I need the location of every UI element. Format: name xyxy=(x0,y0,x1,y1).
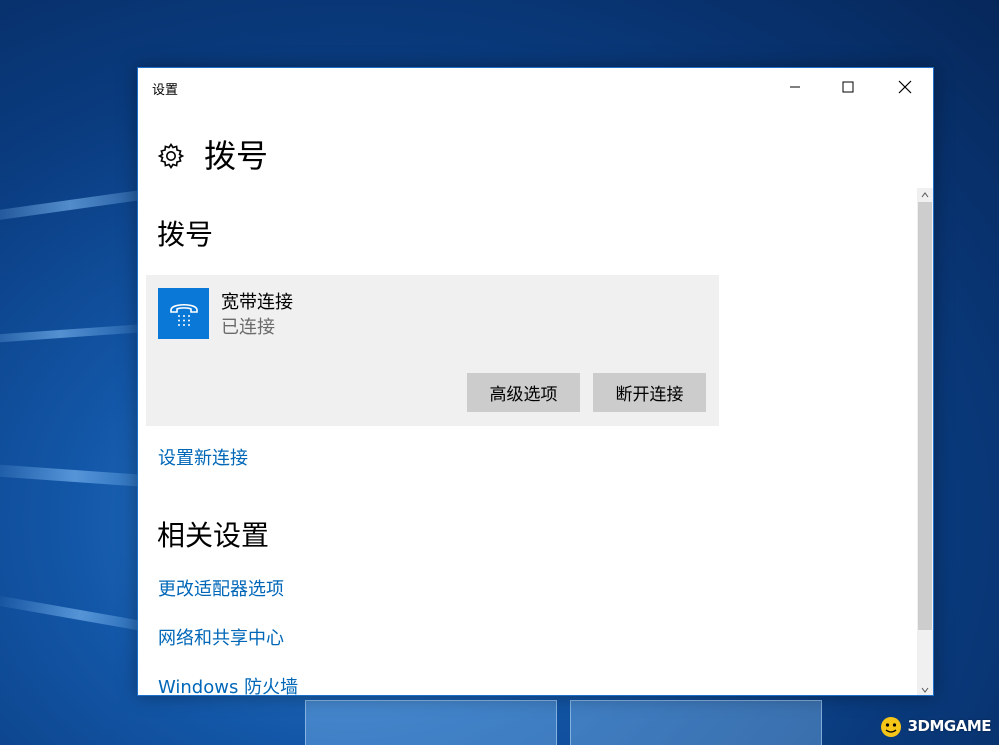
desktop-background: 设置 拨号 拨号 宽带连接 已连接 高级选项 断开连接 设置新连接 相关设置 更… xyxy=(0,0,999,745)
chevron-up-icon xyxy=(921,192,929,198)
phone-icon xyxy=(169,303,198,326)
watermark-text: 3DMGAME xyxy=(907,717,992,735)
gear-icon xyxy=(157,143,185,169)
watermark: 3DMGAME xyxy=(878,713,992,739)
scroll-up-button[interactable] xyxy=(917,188,933,202)
maximize-icon xyxy=(842,81,854,93)
network-sharing-center-link[interactable]: 网络和共享中心 xyxy=(158,624,284,650)
section-heading-dialup: 拨号 xyxy=(157,218,214,251)
setup-new-connection-link[interactable]: 设置新连接 xyxy=(158,444,248,470)
settings-window: 设置 拨号 拨号 宽带连接 已连接 高级选项 断开连接 设置新连接 相关设置 更… xyxy=(137,67,934,696)
connection-icon-tile xyxy=(158,288,209,339)
scroll-thumb[interactable] xyxy=(918,202,932,630)
vertical-scrollbar[interactable] xyxy=(917,188,933,695)
title-bar[interactable]: 设置 xyxy=(138,68,933,106)
minimize-icon xyxy=(790,86,800,88)
maximize-button[interactable] xyxy=(825,68,871,106)
close-button[interactable] xyxy=(882,68,928,106)
minimize-button[interactable] xyxy=(772,68,818,106)
connection-status: 已连接 xyxy=(221,317,275,338)
wallpaper-logo-pane xyxy=(570,700,822,745)
chevron-down-icon xyxy=(921,687,929,693)
connection-card[interactable]: 宽带连接 已连接 高级选项 断开连接 xyxy=(146,275,719,426)
change-adapter-options-link[interactable]: 更改适配器选项 xyxy=(158,575,284,601)
disconnect-button[interactable]: 断开连接 xyxy=(593,373,706,412)
page-header: 拨号 xyxy=(156,136,268,176)
section-heading-related: 相关设置 xyxy=(157,519,270,552)
mascot-icon xyxy=(880,717,901,737)
windows-firewall-link[interactable]: Windows 防火墙 xyxy=(158,673,298,695)
close-icon xyxy=(898,80,912,94)
window-title: 设置 xyxy=(152,83,179,98)
scroll-down-button[interactable] xyxy=(917,683,933,695)
wallpaper-logo-pane xyxy=(305,700,557,745)
page-title: 拨号 xyxy=(204,137,269,175)
content-area: 拨号 宽带连接 已连接 高级选项 断开连接 设置新连接 相关设置 更改适配器选项… xyxy=(138,188,918,695)
advanced-options-button[interactable]: 高级选项 xyxy=(467,373,580,412)
connection-name: 宽带连接 xyxy=(221,292,293,313)
